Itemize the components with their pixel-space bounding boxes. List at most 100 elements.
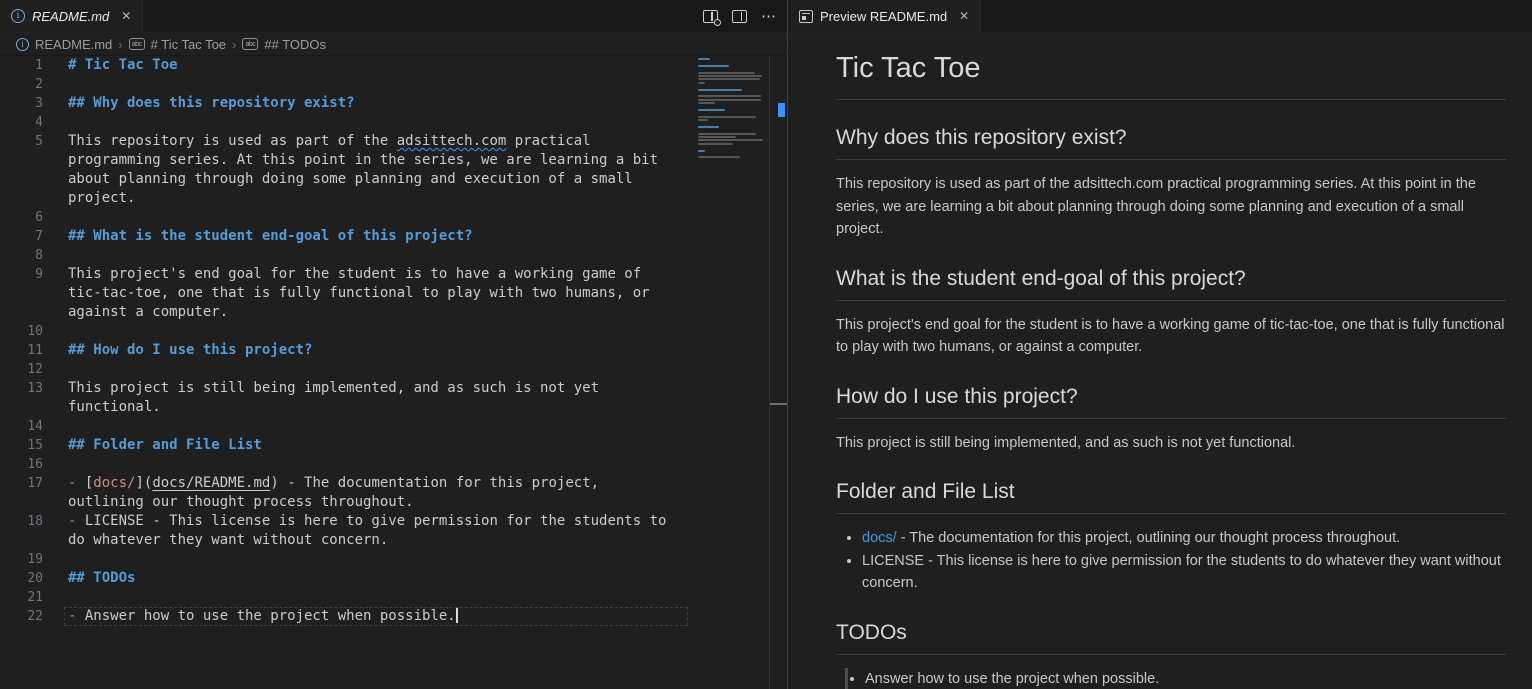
editor-line[interactable]: 4 [0,113,787,132]
line-number[interactable] [0,303,43,322]
editor-line[interactable]: 16 [0,455,787,474]
minimap-bar [698,95,761,97]
markdown-preview[interactable]: Tic Tac ToeWhy does this repository exis… [788,33,1532,689]
minimap-bar [698,65,729,67]
minimap-line [698,156,768,159]
preview-list-item: Answer how to use the project when possi… [865,668,1506,689]
open-preview-side-icon[interactable] [703,10,718,23]
breadcrumb-heading1[interactable]: # Tic Tac Toe [151,37,226,52]
info-icon: i [11,9,25,23]
split-editor-icon[interactable] [732,10,747,23]
line-number[interactable]: 4 [0,113,43,132]
line-number[interactable]: 19 [0,550,43,569]
line-number[interactable]: 14 [0,417,43,436]
line-number[interactable]: 7 [0,227,43,246]
more-actions-icon[interactable]: ⋯ [761,9,777,24]
preview-heading: What is the student end-goal of this pro… [836,266,1506,301]
editor-line[interactable]: 20## TODOs [0,569,787,588]
line-number[interactable]: 6 [0,208,43,227]
editor-line[interactable]: functional. [0,398,787,417]
code-text: project. [68,189,135,208]
preview-paragraph: This repository is used as part of the a… [836,173,1506,241]
line-number[interactable]: 11 [0,341,43,360]
code-text: about planning through doing some planni… [68,170,633,189]
editor-line[interactable]: 17- [docs/](docs/README.md) - The docume… [0,474,787,493]
minimap-bar [698,78,760,80]
editor-line[interactable]: 19 [0,550,787,569]
line-number[interactable]: 12 [0,360,43,379]
editor-line[interactable]: outlining our thought process throughout… [0,493,787,512]
editor-line[interactable]: about planning through doing some planni… [0,170,787,189]
line-number[interactable]: 17 [0,474,43,493]
preview-group: Preview README.md ✕ Tic Tac ToeWhy does … [787,0,1532,689]
line-number[interactable]: 2 [0,75,43,94]
tab-preview-readme[interactable]: Preview README.md ✕ [788,0,981,32]
editor-line[interactable]: 22- Answer how to use the project when p… [0,607,787,626]
editor-line[interactable]: 7## What is the student end-goal of this… [0,227,787,246]
editor-line[interactable]: 5This repository is used as part of the … [0,132,787,151]
editor-line[interactable]: 8 [0,246,787,265]
editor-line[interactable]: 6 [0,208,787,227]
editor-line[interactable]: 15 ## Folder and File List [0,436,787,455]
line-number[interactable]: 13 [0,379,43,398]
line-number[interactable]: 9 [0,265,43,284]
symbol-string-icon: abc [242,38,258,50]
preview-list: docs/ - The documentation for this proje… [836,527,1506,595]
editor-line[interactable]: do whatever they want without concern. [0,531,787,550]
editor-line[interactable]: 12 [0,360,787,379]
editor-line[interactable]: 18- LICENSE - This license is here to gi… [0,512,787,531]
line-number[interactable] [0,398,43,417]
line-number[interactable] [0,284,43,303]
token: - [68,513,85,529]
line-number[interactable]: 20 [0,569,43,588]
editor-line[interactable]: 10 [0,322,787,341]
tab-readme[interactable]: i README.md ✕ [0,0,143,32]
line-number[interactable]: 8 [0,246,43,265]
line-number[interactable] [0,531,43,550]
magnifier-icon [714,19,721,26]
minimap-bar [698,143,733,145]
line-number[interactable]: 3 [0,94,43,113]
editor-line[interactable]: 14 [0,417,787,436]
line-number[interactable]: 22 [0,607,43,626]
line-number[interactable]: 18 [0,512,43,531]
minimap[interactable] [698,58,768,160]
preview-link[interactable]: docs/ [862,530,897,546]
editor-line[interactable]: 3## Why does this repository exist? [0,94,787,113]
breadcrumb-file[interactable]: README.md [35,37,112,52]
line-number[interactable]: 21 [0,588,43,607]
preview-paragraph: This project's end goal for the student … [836,314,1506,359]
text-cursor [456,607,458,623]
code-text: This project is still being implemented,… [68,379,599,398]
editor-line[interactable]: against a computer. [0,303,787,322]
breadcrumb-heading2[interactable]: ## TODOs [264,37,326,52]
line-number[interactable]: 16 [0,455,43,474]
editor-line[interactable]: 11## How do I use this project? [0,341,787,360]
line-number[interactable] [0,170,43,189]
close-icon[interactable]: ✕ [121,10,131,22]
editor-line[interactable]: project. [0,189,787,208]
minimap-bar [698,102,715,104]
line-number[interactable]: 10 [0,322,43,341]
close-icon[interactable]: ✕ [959,10,969,22]
line-number[interactable] [0,151,43,170]
token: ## Folder and File List [68,437,262,453]
line-number[interactable] [0,493,43,512]
editor-line[interactable]: 21 [0,588,787,607]
line-number[interactable] [0,189,43,208]
editor-line[interactable]: tic-tac-toe, one that is fully functiona… [0,284,787,303]
line-number[interactable]: 15 [0,436,43,455]
editor-line[interactable]: 9This project's end goal for the student… [0,265,787,284]
line-number[interactable]: 5 [0,132,43,151]
line-number[interactable]: 1 [0,56,43,75]
text-editor[interactable]: 1# Tic Tac Toe23## Why does this reposit… [0,56,787,689]
editor-line[interactable]: 1# Tic Tac Toe [0,56,787,75]
token: tic-tac-toe, one that is fully functiona… [68,285,650,301]
minimap-bar [698,75,762,77]
editor-line[interactable]: 13 This project is still being implemente… [0,379,787,398]
editor-line[interactable]: 2 [0,75,787,94]
preview-heading: TODOs [836,620,1506,655]
token: about planning through doing some planni… [68,171,633,187]
editor-line[interactable]: programming series. At this point in the… [0,151,787,170]
preview-heading: Folder and File List [836,479,1506,514]
